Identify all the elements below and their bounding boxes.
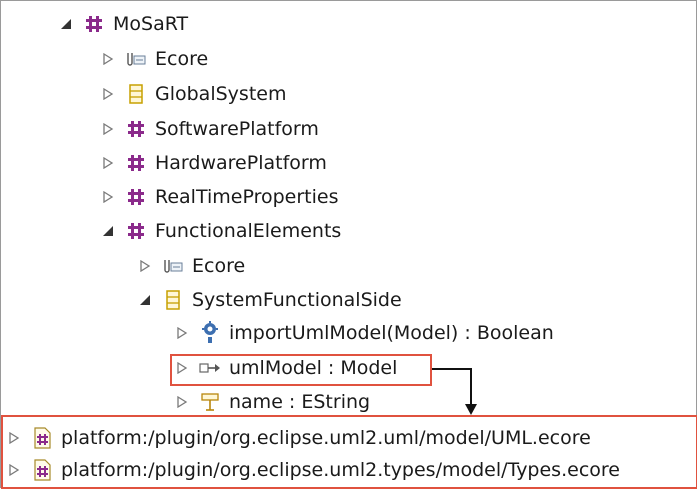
reference-connector-arrow: [432, 368, 477, 415]
model-tree-panel: MoSaRT Ecore GlobalSystem SoftwarePlatfo…: [0, 0, 697, 489]
